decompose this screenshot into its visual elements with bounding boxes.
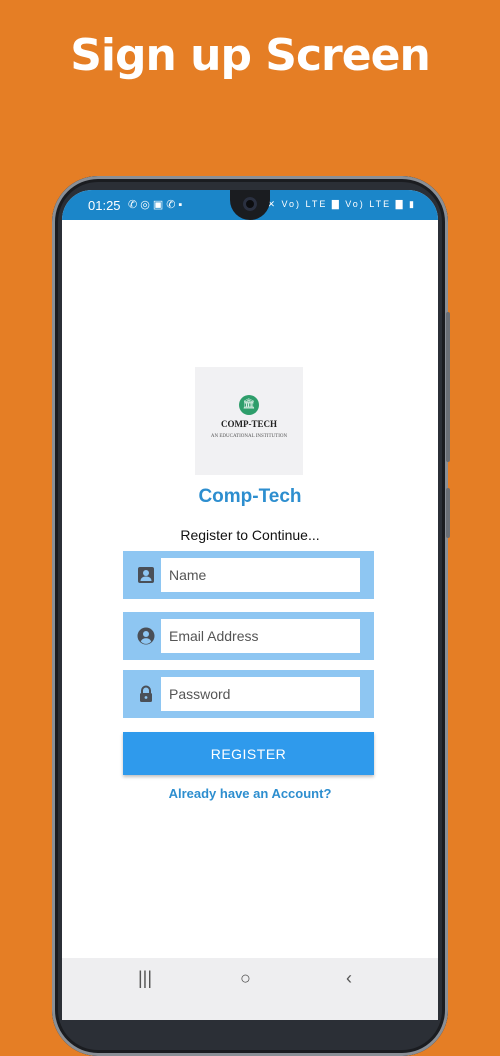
- power-button: [446, 488, 450, 538]
- status-time: 01:25: [88, 198, 121, 213]
- front-camera: [230, 190, 270, 220]
- notification-icons: ✆◎▣✆▪: [128, 199, 186, 211]
- register-subtitle: Register to Continue...: [180, 527, 320, 543]
- status-bar: 01:25 ✆◎▣✆▪ ✕ Vo) LTE ▇ Vo) LTE ▇ ▮: [62, 190, 438, 220]
- logo-tagline: AN EDUCATIONAL INSTITUTION: [210, 434, 288, 439]
- name-field: [123, 551, 374, 599]
- lock-icon: [137, 685, 155, 703]
- home-icon[interactable]: ○: [240, 968, 251, 989]
- logo-name: COMP-TECH: [221, 419, 277, 429]
- password-field: [123, 670, 374, 718]
- person-card-icon: [137, 566, 155, 584]
- page-headline: Sign up Screen: [70, 30, 431, 81]
- volume-button: [446, 312, 450, 462]
- system-status-icons: ✕ Vo) LTE ▇ Vo) LTE ▇ ▮: [267, 199, 416, 209]
- email-field: [123, 612, 374, 660]
- login-link[interactable]: Already have an Account?: [62, 786, 438, 801]
- recent-apps-icon[interactable]: |||: [138, 968, 152, 989]
- register-button[interactable]: REGISTER: [123, 732, 374, 775]
- institution-icon: 🏛: [239, 395, 259, 415]
- phone-screen: 01:25 ✆◎▣✆▪ ✕ Vo) LTE ▇ Vo) LTE ▇ ▮ 🏛 CO…: [62, 190, 438, 1020]
- account-circle-icon: [137, 627, 155, 645]
- back-icon[interactable]: ‹: [346, 968, 352, 989]
- name-input[interactable]: [161, 558, 360, 592]
- navigation-bar: ||| ○ ‹: [62, 958, 438, 1020]
- email-input[interactable]: [161, 619, 360, 653]
- app-title: Comp-Tech: [198, 486, 302, 507]
- password-input[interactable]: [161, 677, 360, 711]
- app-logo: 🏛 COMP-TECH AN EDUCATIONAL INSTITUTION: [195, 367, 303, 475]
